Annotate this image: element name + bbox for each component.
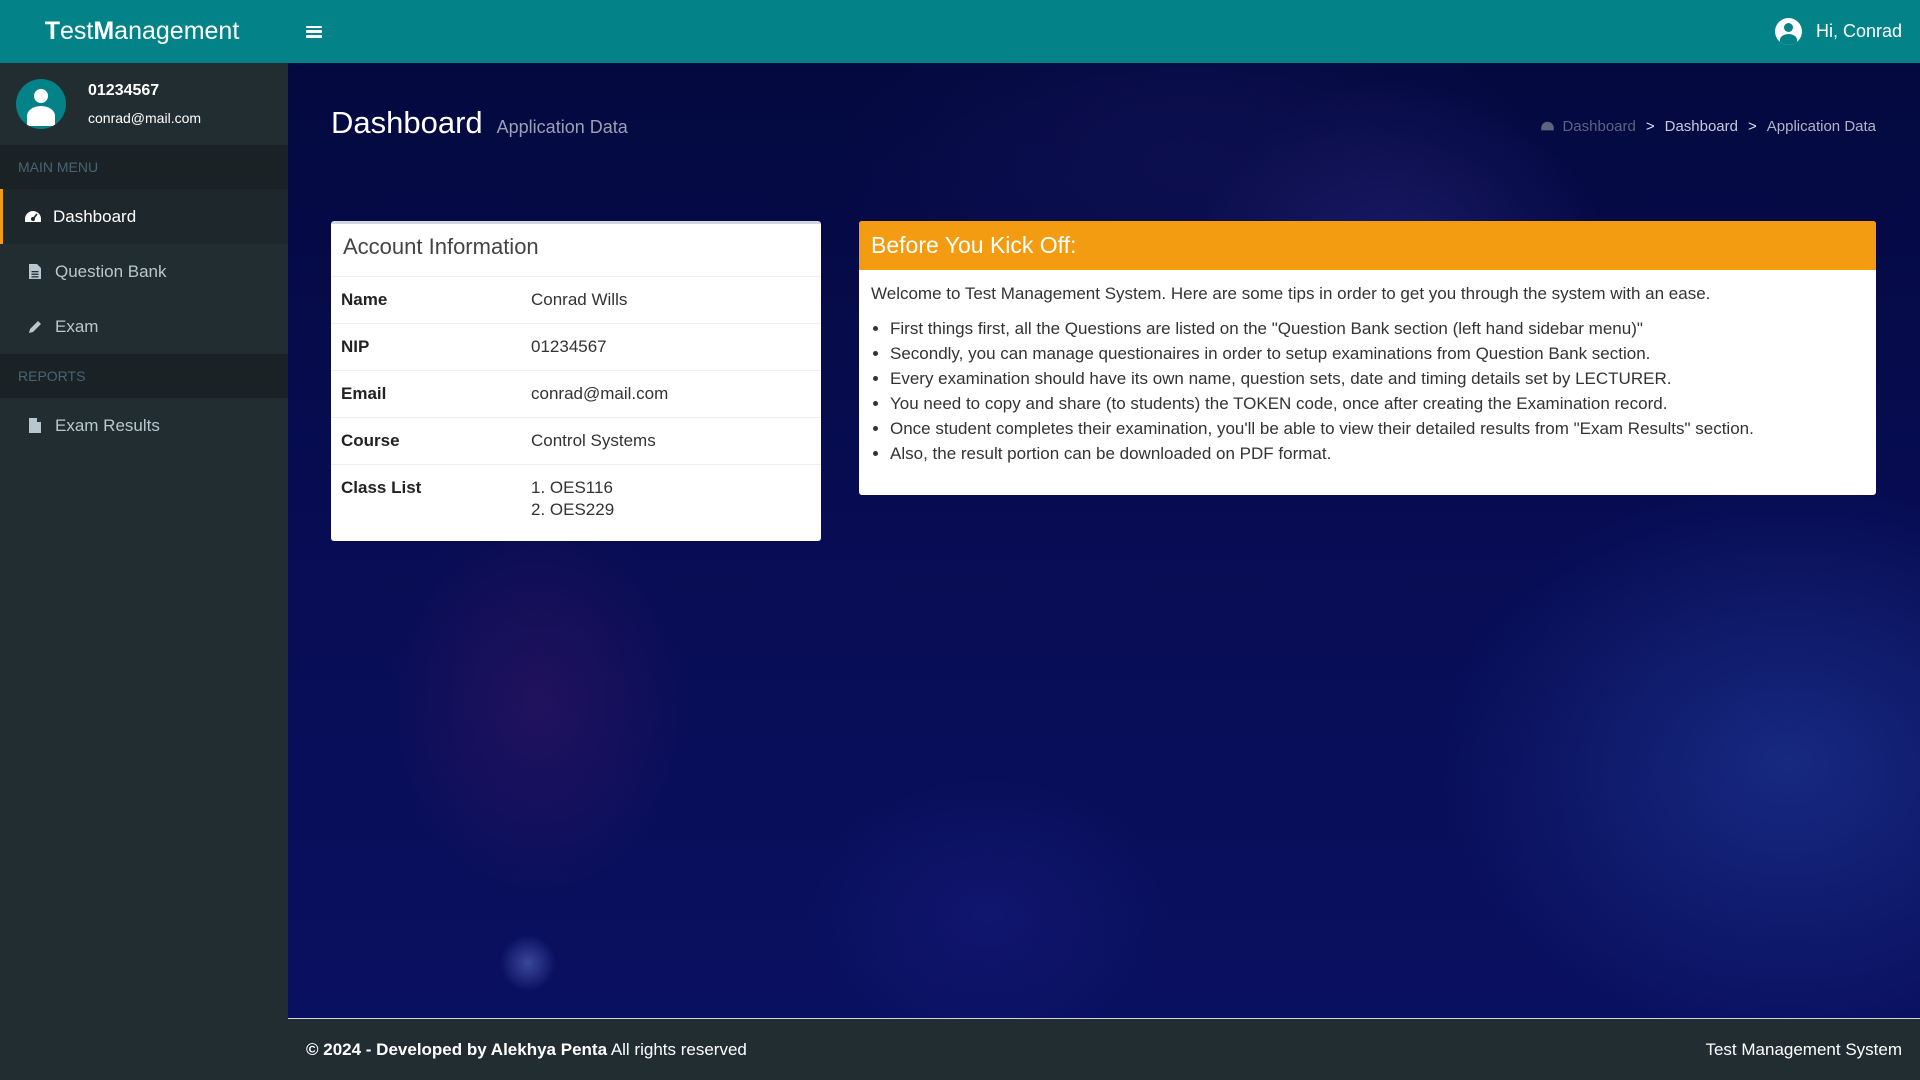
sidebar-item-question-bank[interactable]: Question Bank [0,244,288,299]
avatar [16,79,66,129]
sidebar: 01234567 conrad@mail.com MAIN MENU Dashb… [0,63,288,1080]
box-title: Account Information [331,224,821,277]
breadcrumb-home[interactable]: Dashboard [1540,118,1636,135]
breadcrumb-current: Application Data [1766,118,1876,135]
reports-header: REPORTS [0,354,288,398]
list-item: Every examination should have its own na… [890,366,1864,391]
footer-system-name: Test Management System [1705,1039,1902,1059]
sidebar-toggle-button[interactable] [288,0,340,63]
user-menu[interactable]: Hi, Conrad [1774,0,1902,63]
file-text-icon [23,263,47,280]
table-row: Email conrad@mail.com [331,370,821,418]
footer-copyright: © 2024 - Developed by Alekhya Penta All … [306,1039,747,1059]
list-item: Secondly, you can manage questionaires i… [890,341,1864,366]
class-list-item: 1. OES116 [531,478,613,498]
dashboard-icon [1541,121,1555,131]
sidebar-item-exam-results[interactable]: Exam Results [0,398,288,453]
main-content: Dashboard Application Data Dashboard > D… [288,63,1920,1018]
sidebar-item-label: Exam Results [55,415,160,435]
kickoff-tips-box: Before You Kick Off: Welcome to Test Man… [859,221,1876,495]
table-row: NIP 01234567 [331,323,821,371]
account-table: Name Conrad Wills NIP 01234567 Email con… [331,277,821,534]
account-information-box: Account Information Name Conrad Wills NI… [331,221,821,541]
table-row: Course Control Systems [331,417,821,465]
footer: © 2024 - Developed by Alekhya Penta All … [288,1018,1920,1080]
table-row: Class List 1. OES116 2. OES229 [331,464,821,534]
list-item: You need to copy and share (to students)… [890,391,1864,416]
sidebar-item-label: Question Bank [55,261,167,281]
file-icon [23,417,47,434]
top-navbar: Test Management Hi, Conrad [0,0,1920,63]
hamburger-icon [306,25,322,38]
pencil-icon [23,319,47,335]
list-item: First things first, all the Questions ar… [890,316,1864,341]
user-panel: 01234567 conrad@mail.com [0,63,288,145]
breadcrumb-dashboard[interactable]: Dashboard [1665,118,1738,135]
box-title: Before You Kick Off: [859,221,1876,270]
main-menu-header: MAIN MENU [0,145,288,189]
sidebar-item-label: Dashboard [53,206,137,226]
user-greeting: Hi, Conrad [1815,21,1902,41]
sidebar-item-exam[interactable]: Exam [0,299,288,354]
page-header: Dashboard Application Data [331,105,628,141]
kickoff-intro: Welcome to Test Management System. Here … [871,284,1711,303]
list-item: Once student completes their examination… [890,416,1864,441]
table-row: Name Conrad Wills [341,290,628,309]
list-item: Also, the result portion can be download… [890,441,1864,466]
breadcrumb: Dashboard > Dashboard > Application Data [1540,118,1876,135]
page-title: Dashboard [331,105,483,140]
user-avatar-icon [1774,18,1802,45]
page-subtitle: Application Data [496,117,628,137]
sidebar-item-label: Exam [55,316,99,336]
user-email: conrad@mail.com [88,110,202,126]
class-list-item: 2. OES229 [531,500,615,520]
user-id: 01234567 [88,82,160,99]
dashboard-icon [21,210,45,224]
tips-list: First things first, all the Questions ar… [871,316,1864,466]
brand-logo[interactable]: Test Management [0,0,288,63]
sidebar-item-dashboard[interactable]: Dashboard [0,189,288,244]
